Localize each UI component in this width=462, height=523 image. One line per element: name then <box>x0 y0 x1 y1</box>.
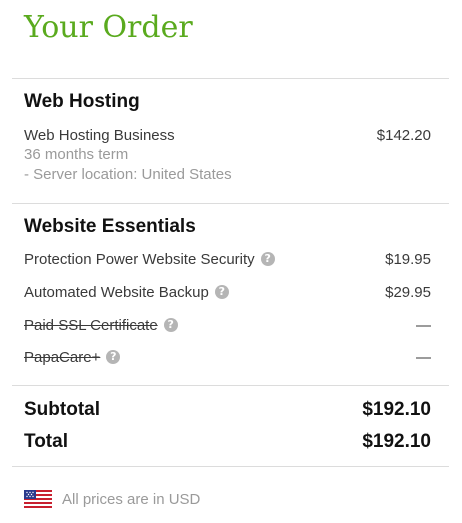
essential-item-label: Paid SSL Certificate <box>24 316 158 334</box>
essential-item-label: PapaCare+ <box>24 348 101 366</box>
currency-note-text: All prices are in USD <box>62 490 201 508</box>
essential-item-price: $19.95 <box>385 250 431 268</box>
divider <box>12 385 449 386</box>
currency-note: All prices are in USD <box>24 490 200 508</box>
essential-item-price: $29.95 <box>385 283 431 301</box>
question-circle-icon[interactable]: ? <box>106 350 121 364</box>
total-row: Total $192.10 <box>24 430 431 454</box>
subtotal-row: Subtotal $192.10 <box>24 398 431 422</box>
web-hosting-term: 36 months term <box>24 146 129 163</box>
web-hosting-heading: Web Hosting <box>24 91 140 112</box>
web-hosting-item: Web Hosting Business $142.20 <box>24 124 431 146</box>
total-value: $192.10 <box>362 431 431 452</box>
web-hosting-item-name: Web Hosting Business <box>24 126 175 144</box>
us-flag-icon <box>24 490 52 508</box>
essential-item-label: Automated Website Backup <box>24 283 209 301</box>
question-circle-icon[interactable]: ? <box>260 252 275 266</box>
question-circle-icon[interactable]: ? <box>214 285 229 299</box>
divider <box>12 466 449 467</box>
website-essentials-heading: Website Essentials <box>24 216 196 237</box>
question-circle-icon[interactable]: ? <box>163 318 178 332</box>
order-title: Your Order <box>24 10 193 45</box>
subtotal-label: Subtotal <box>24 399 100 420</box>
server-location: - Server location: United States <box>24 166 232 183</box>
divider <box>12 203 449 204</box>
web-hosting-item-price: $142.20 <box>376 126 431 144</box>
essential-item-price: — <box>416 316 431 334</box>
essential-item-ssl: Paid SSL Certificate? — <box>24 314 431 336</box>
essential-item-price: — <box>416 348 431 366</box>
essential-item-papacare: PapaCare+? — <box>24 346 431 368</box>
essential-item-security: Protection Power Website Security? $19.9… <box>24 248 431 270</box>
total-label: Total <box>24 431 68 452</box>
essential-item-backup: Automated Website Backup? $29.95 <box>24 281 431 303</box>
essential-item-label: Protection Power Website Security <box>24 250 255 268</box>
divider <box>12 78 449 79</box>
subtotal-value: $192.10 <box>362 399 431 420</box>
